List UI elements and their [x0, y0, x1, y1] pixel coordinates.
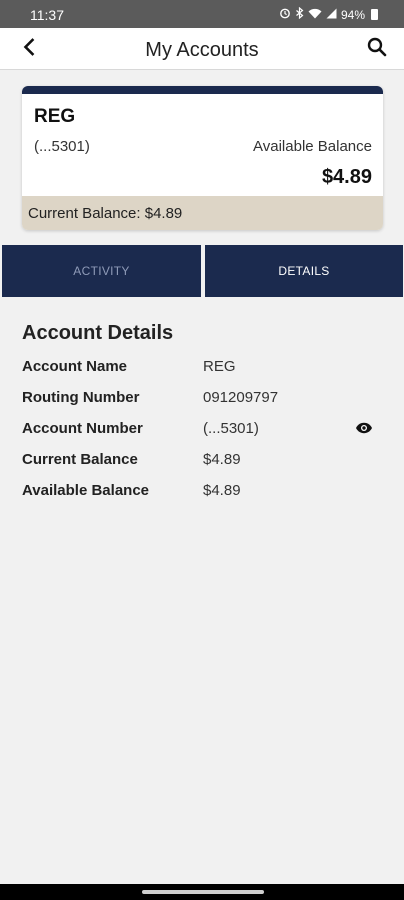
detail-label: Routing Number	[22, 389, 140, 406]
search-button[interactable]	[362, 35, 392, 63]
bluetooth-icon	[295, 6, 304, 22]
tab-details[interactable]: DETAILS	[205, 245, 403, 297]
battery-icon	[371, 9, 378, 20]
signal-icon	[326, 8, 337, 22]
detail-label: Current Balance	[22, 451, 138, 468]
battery-text: 94%	[340, 7, 365, 22]
detail-row-account-name: Account Name REG	[22, 358, 382, 380]
detail-label: Account Name	[22, 358, 128, 375]
section-title: Account Details	[22, 322, 174, 344]
current-balance-text: Current Balance: $4.89	[28, 205, 183, 222]
status-icons: 94%	[279, 6, 378, 22]
app-header: My Accounts	[0, 28, 404, 70]
detail-value: $4.89	[203, 451, 241, 468]
detail-label: Account Number	[22, 420, 143, 437]
detail-row-available-balance: Available Balance $4.89	[22, 482, 382, 504]
status-time: 11:37	[30, 7, 64, 23]
home-indicator[interactable]	[142, 890, 264, 894]
detail-row-account-number: Account Number (...5301)	[22, 420, 382, 442]
detail-value: $4.89	[203, 482, 241, 499]
detail-value: REG	[203, 358, 236, 375]
detail-label: Available Balance	[22, 482, 150, 499]
card-accent-bar	[22, 86, 383, 94]
tab-bar: ACTIVITY DETAILS	[0, 245, 404, 297]
detail-value: 091209797	[203, 389, 279, 406]
wifi-icon	[308, 8, 322, 22]
eye-icon	[355, 421, 373, 438]
system-nav-bar	[0, 884, 404, 900]
search-icon	[367, 37, 387, 62]
detail-row-routing-number: Routing Number 091209797	[22, 389, 382, 411]
card-footer: Current Balance: $4.89	[22, 196, 383, 230]
account-number-mask: (...5301)	[34, 138, 90, 155]
account-card[interactable]: REG (...5301) Available Balance $4.89 Cu…	[22, 86, 383, 230]
account-name: REG	[34, 106, 76, 127]
available-balance-value: $4.89	[321, 166, 372, 188]
tab-activity[interactable]: ACTIVITY	[2, 245, 201, 297]
detail-row-current-balance: Current Balance $4.89	[22, 451, 382, 473]
status-bar: 11:37 94%	[0, 0, 404, 28]
alarm-icon	[279, 7, 291, 22]
detail-value: (...5301)	[203, 420, 259, 437]
page-title: My Accounts	[145, 39, 259, 61]
available-balance-label: Available Balance	[253, 138, 372, 155]
reveal-account-number-button[interactable]	[353, 418, 375, 440]
